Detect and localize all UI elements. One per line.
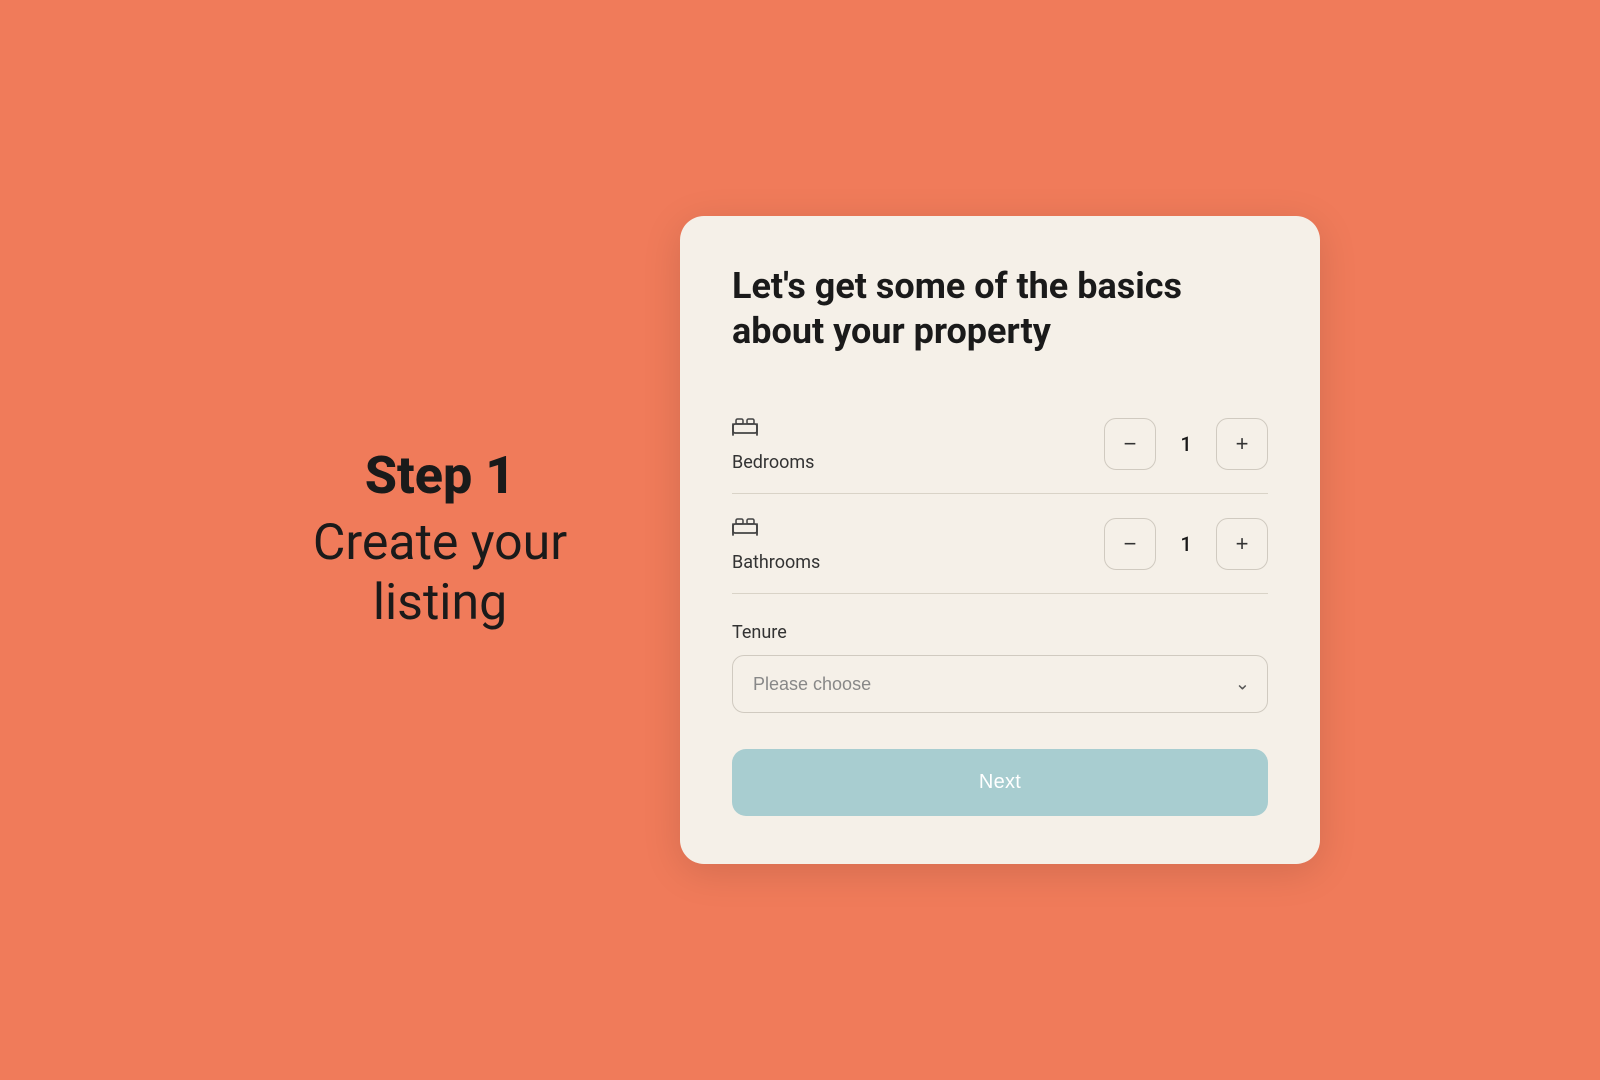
bathrooms-counter: − 1 + (1104, 518, 1268, 570)
bedrooms-label-group: Bedrooms (732, 414, 814, 473)
left-section: Step 1 Create yourlisting (280, 447, 600, 632)
tenure-select[interactable]: Please choose Freehold Leasehold Shared … (732, 655, 1268, 713)
bedrooms-decrement-button[interactable]: − (1104, 418, 1156, 470)
step-description: Create yourlisting (313, 513, 567, 633)
bathrooms-value: 1 (1164, 532, 1208, 556)
tenure-wrapper: Please choose Freehold Leasehold Shared … (732, 655, 1268, 713)
tenure-section: Tenure Please choose Freehold Leasehold … (732, 622, 1268, 713)
property-form-card: Let's get some of the basics about your … (680, 216, 1320, 864)
bedrooms-value: 1 (1164, 432, 1208, 456)
bathrooms-increment-button[interactable]: + (1216, 518, 1268, 570)
bedrooms-row: Bedrooms − 1 + (732, 394, 1268, 494)
card-title: Let's get some of the basics about your … (732, 264, 1268, 354)
tenure-label: Tenure (732, 622, 1268, 643)
next-button[interactable]: Next (732, 749, 1268, 816)
bathrooms-row: Bathrooms − 1 + (732, 494, 1268, 594)
bathrooms-label: Bathrooms (732, 552, 820, 573)
bedrooms-counter: − 1 + (1104, 418, 1268, 470)
bedrooms-increment-button[interactable]: + (1216, 418, 1268, 470)
bathrooms-decrement-button[interactable]: − (1104, 518, 1156, 570)
bed-icon (732, 414, 814, 442)
step-label: Step 1 (365, 447, 515, 504)
bathrooms-label-group: Bathrooms (732, 514, 820, 573)
bedrooms-label: Bedrooms (732, 452, 814, 473)
page-layout: Step 1 Create yourlisting Let's get some… (0, 0, 1600, 1080)
bath-icon (732, 514, 820, 542)
